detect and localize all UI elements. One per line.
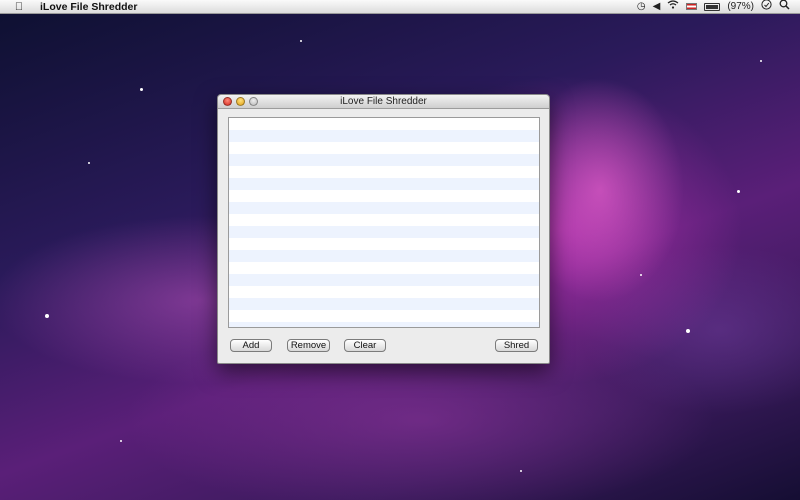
spotlight-icon[interactable] — [779, 0, 790, 15]
minimize-button[interactable] — [236, 97, 245, 106]
star — [140, 88, 143, 91]
list-row[interactable] — [229, 190, 539, 202]
battery-icon[interactable] — [704, 2, 721, 11]
list-row[interactable] — [229, 238, 539, 250]
apple-icon[interactable]:  — [12, 0, 26, 14]
star — [88, 162, 90, 164]
list-row[interactable] — [229, 226, 539, 238]
star — [640, 274, 642, 276]
time-machine-icon[interactable]: ◷ — [637, 0, 646, 14]
list-row[interactable] — [229, 202, 539, 214]
menu-bar:  iLove File Shredder ◷ ◀ (97%) — [0, 0, 800, 14]
star — [300, 40, 302, 42]
shred-button[interactable]: Shred — [495, 339, 538, 352]
clear-button[interactable]: Clear — [344, 339, 386, 352]
app-menu[interactable]: iLove File Shredder — [40, 1, 137, 13]
close-button[interactable] — [223, 97, 232, 106]
list-row[interactable] — [229, 274, 539, 286]
star — [686, 329, 690, 333]
zoom-button[interactable] — [249, 97, 258, 106]
status-area: ◷ ◀ (97%) — [637, 0, 800, 14]
list-row[interactable] — [229, 154, 539, 166]
list-row[interactable] — [229, 322, 539, 327]
star — [45, 314, 49, 318]
star — [760, 60, 762, 62]
list-row[interactable] — [229, 262, 539, 274]
battery-percent: (97%) — [727, 0, 754, 12]
list-row[interactable] — [229, 250, 539, 262]
list-row[interactable] — [229, 178, 539, 190]
star — [520, 470, 522, 472]
list-row[interactable] — [229, 298, 539, 310]
traffic-lights — [223, 97, 258, 106]
list-row[interactable] — [229, 214, 539, 226]
window-title: iLove File Shredder — [340, 95, 427, 107]
star — [737, 190, 740, 193]
list-row[interactable] — [229, 142, 539, 154]
clock-icon[interactable] — [761, 0, 772, 15]
file-list[interactable] — [228, 117, 540, 328]
remove-button[interactable]: Remove — [287, 339, 330, 352]
window-titlebar[interactable]: iLove File Shredder — [218, 95, 549, 109]
list-row[interactable] — [229, 118, 539, 130]
wifi-icon[interactable] — [667, 0, 679, 14]
list-row[interactable] — [229, 130, 539, 142]
main-window: iLove File Shredder Add Remove Clear Shr… — [217, 94, 550, 364]
volume-icon[interactable]: ◀ — [653, 0, 661, 14]
list-row[interactable] — [229, 166, 539, 178]
star — [120, 440, 122, 442]
list-row[interactable] — [229, 286, 539, 298]
input-flag-icon[interactable] — [686, 3, 698, 10]
add-button[interactable]: Add — [230, 339, 272, 352]
list-row[interactable] — [229, 310, 539, 322]
